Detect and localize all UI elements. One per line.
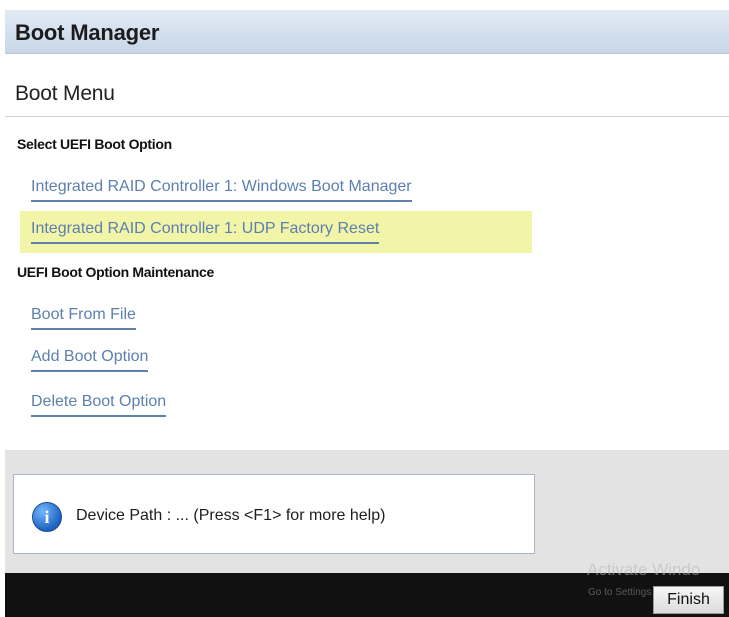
device-path-help-text: Device Path : ... (Press <F1> for more h…	[76, 507, 386, 524]
add-boot-option-link[interactable]: Add Boot Option	[31, 348, 149, 372]
heading-divider	[5, 116, 729, 117]
boot-option-udp-factory-reset[interactable]: Integrated RAID Controller 1: UDP Factor…	[31, 220, 380, 244]
info-icon: i	[32, 502, 62, 532]
delete-boot-option-link[interactable]: Delete Boot Option	[31, 393, 167, 417]
help-box: i Device Path : ... (Press <F1> for more…	[13, 474, 535, 554]
boot-menu-heading: Boot Menu	[15, 82, 115, 105]
finish-button[interactable]: Finish	[653, 586, 724, 614]
title-bar: Boot Manager	[5, 10, 729, 54]
boot-manager-page: Boot Manager Boot Menu Select UEFI Boot …	[5, 10, 729, 617]
activate-windows-watermark: Activate Windo	[587, 560, 701, 579]
page-title: Boot Manager	[15, 20, 160, 45]
boot-option-windows-boot-manager[interactable]: Integrated RAID Controller 1: Windows Bo…	[31, 178, 412, 202]
help-panel: i Device Path : ... (Press <F1> for more…	[5, 450, 729, 573]
uefi-boot-option-maintenance-label: UEFI Boot Option Maintenance	[17, 264, 214, 280]
uefi-boot-option-label: Select UEFI Boot Option	[17, 136, 172, 152]
boot-from-file-link[interactable]: Boot From File	[31, 306, 136, 330]
